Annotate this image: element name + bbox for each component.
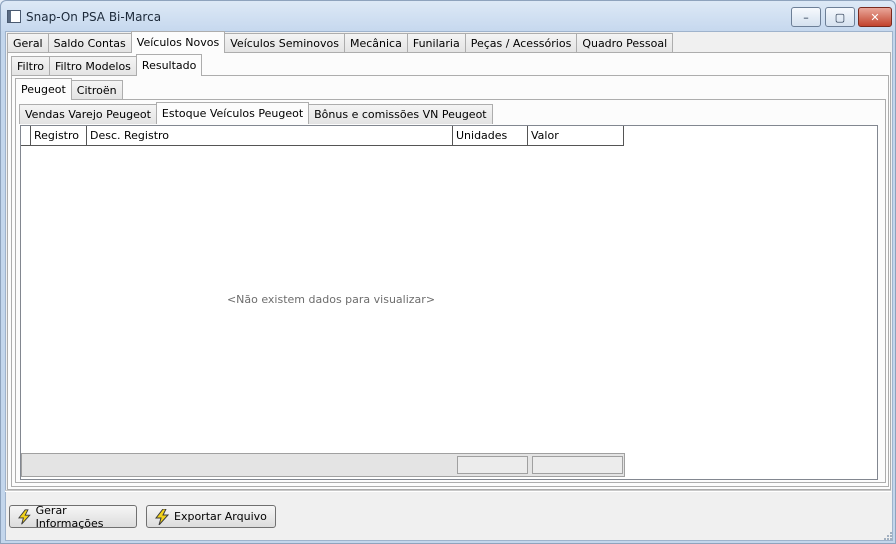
sub-tab-strip: Filtro Filtro Modelos Resultado <box>11 54 203 76</box>
gerar-informacoes-button[interactable]: Gerar Informações <box>9 503 137 530</box>
tab-saldo-contas[interactable]: Saldo Contas <box>47 33 132 53</box>
row-selector-header[interactable] <box>21 126 31 145</box>
report-tab-strip: Vendas Varejo Peugeot Estoque Veículos P… <box>19 102 493 124</box>
column-header-registro[interactable]: Registro <box>31 126 87 145</box>
column-header-desc-registro[interactable]: Desc. Registro <box>87 126 453 145</box>
tab-estoque-veiculos-peugeot[interactable]: Estoque Veículos Peugeot <box>155 102 310 124</box>
tab-filtro[interactable]: Filtro <box>11 56 50 76</box>
tab-geral[interactable]: Geral <box>7 33 49 53</box>
tab-funilaria[interactable]: Funilaria <box>406 33 466 53</box>
tab-resultado[interactable]: Resultado <box>135 54 203 76</box>
tab-vendas-varejo-peugeot[interactable]: Vendas Varejo Peugeot <box>19 104 157 124</box>
app-window-icon <box>7 10 21 23</box>
exportar-arquivo-button[interactable]: Exportar Arquivo <box>146 505 276 528</box>
empty-grid-message: <Não existem dados para visualizar> <box>226 293 436 306</box>
close-icon: ✕ <box>870 10 880 24</box>
main-tab-strip: Geral Saldo Contas Veículos Novos Veícul… <box>7 31 674 53</box>
tab-mecanica[interactable]: Mecânica <box>343 33 408 53</box>
resize-grip-icon[interactable] <box>883 531 893 541</box>
tab-veiculos-seminovos[interactable]: Veículos Seminovos <box>224 33 345 53</box>
window-title: Snap-On PSA Bi-Marca <box>26 10 162 24</box>
lightning-bolt-icon <box>155 508 169 525</box>
data-grid[interactable]: Registro Desc. Registro Unidades Valor <… <box>20 125 878 480</box>
brand-tab-strip: Peugeot Citroën <box>15 78 123 100</box>
tab-quadro-pessoal[interactable]: Quadro Pessoal <box>576 33 674 53</box>
title-bar[interactable]: Snap-On PSA Bi-Marca – ▢ ✕ <box>1 1 895 31</box>
lightning-bolt-icon <box>18 508 31 525</box>
grid-header: Registro Desc. Registro Unidades Valor <box>21 126 624 146</box>
footer-total-unidades <box>457 456 528 474</box>
tab-citroen[interactable]: Citroën <box>70 80 123 100</box>
column-header-valor[interactable]: Valor <box>528 126 623 145</box>
grid-footer <box>21 453 625 477</box>
tab-filtro-modelos[interactable]: Filtro Modelos <box>48 56 137 76</box>
tab-peugeot[interactable]: Peugeot <box>15 78 72 100</box>
minimize-icon: – <box>803 10 809 24</box>
close-button[interactable]: ✕ <box>858 7 892 27</box>
tab-veiculos-novos[interactable]: Veículos Novos <box>130 31 226 53</box>
tab-bonus-comissoes-vn-peugeot[interactable]: Bônus e comissões VN Peugeot <box>308 104 493 124</box>
footer-total-valor <box>532 456 623 474</box>
maximize-icon: ▢ <box>834 10 846 24</box>
maximize-button[interactable]: ▢ <box>825 7 855 27</box>
main-window: Snap-On PSA Bi-Marca – ▢ ✕ Geral Saldo C… <box>0 0 896 544</box>
column-header-unidades[interactable]: Unidades <box>453 126 528 145</box>
gerar-informacoes-label: Gerar Informações <box>35 503 104 530</box>
minimize-button[interactable]: – <box>791 7 821 27</box>
divider <box>5 490 891 492</box>
exportar-arquivo-label: Exportar Arquivo <box>174 510 267 523</box>
tab-pecas-acessorios[interactable]: Peças / Acessórios <box>464 33 578 53</box>
